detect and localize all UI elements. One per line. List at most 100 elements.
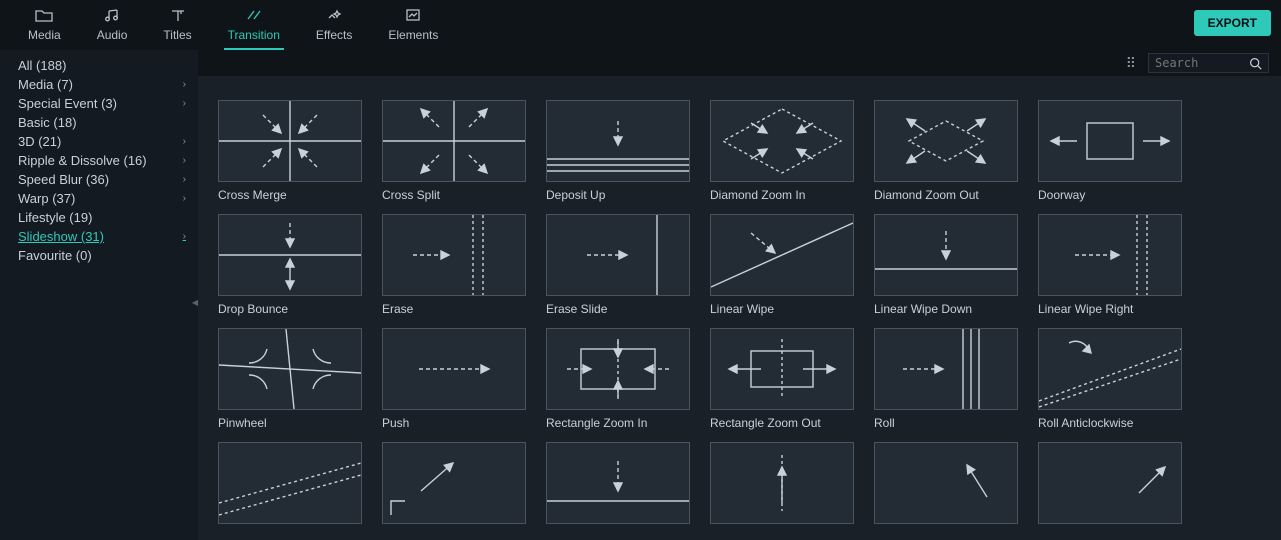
- transition-item[interactable]: [710, 442, 854, 530]
- transition-label: Linear Wipe Down: [874, 302, 1018, 316]
- transition-thumb: [546, 100, 690, 182]
- transition-thumb: [1038, 442, 1182, 524]
- transition-thumb: [710, 100, 854, 182]
- sidebar-item-label: 3D (21): [18, 134, 61, 149]
- sidebar-item[interactable]: Warp (37)›: [0, 189, 198, 208]
- nav-effects[interactable]: Effects: [298, 0, 370, 50]
- sidebar-item[interactable]: Slideshow (31)›: [0, 227, 198, 246]
- search-box[interactable]: [1148, 53, 1269, 73]
- transition-item[interactable]: [546, 442, 690, 530]
- transition-label: Cross Merge: [218, 188, 362, 202]
- nav-label: Media: [28, 28, 61, 42]
- transition-item[interactable]: [218, 442, 362, 530]
- nav-label: Elements: [388, 28, 438, 42]
- transition-label: Erase Slide: [546, 302, 690, 316]
- transition-item[interactable]: Drop Bounce: [218, 214, 362, 316]
- grid-view-icon[interactable]: ⠿: [1126, 55, 1134, 72]
- audio-icon: [103, 8, 121, 26]
- transition-thumb: [1038, 214, 1182, 296]
- transition-label: Roll: [874, 416, 1018, 430]
- transition-item[interactable]: Diamond Zoom Out: [874, 100, 1018, 202]
- transition-thumb: [1038, 100, 1182, 182]
- sidebar-item-label: Media (7): [18, 77, 73, 92]
- transition-icon: [245, 8, 263, 26]
- transition-thumb: [382, 442, 526, 524]
- transition-label: Push: [382, 416, 526, 430]
- transition-item[interactable]: Diamond Zoom In: [710, 100, 854, 202]
- sidebar-item[interactable]: Basic (18): [0, 113, 198, 132]
- transition-label: Pinwheel: [218, 416, 362, 430]
- sidebar-item[interactable]: Favourite (0): [0, 246, 198, 265]
- transition-label: Linear Wipe: [710, 302, 854, 316]
- transition-thumb: [1038, 328, 1182, 410]
- transition-item[interactable]: Erase Slide: [546, 214, 690, 316]
- sidebar-item[interactable]: Speed Blur (36) ›: [0, 170, 198, 189]
- transition-label: Cross Split: [382, 188, 526, 202]
- content-toolbar: ⠿: [198, 50, 1281, 76]
- nav-media[interactable]: Media: [10, 0, 79, 50]
- transition-item[interactable]: Deposit Up: [546, 100, 690, 202]
- top-nav: Media Audio TitlesTransition Effects Element…: [0, 0, 1281, 50]
- transition-thumb: [382, 100, 526, 182]
- transition-item[interactable]: Erase: [382, 214, 526, 316]
- transition-label: Diamond Zoom In: [710, 188, 854, 202]
- sidebar-item[interactable]: All (188): [0, 56, 198, 75]
- transition-item[interactable]: Push: [382, 328, 526, 430]
- transition-item[interactable]: Pinwheel: [218, 328, 362, 430]
- nav-audio[interactable]: Audio: [79, 0, 146, 50]
- chevron-right-icon: ›: [183, 155, 186, 166]
- transition-thumb: [218, 100, 362, 182]
- transition-label: Doorway: [1038, 188, 1182, 202]
- chevron-right-icon: ›: [183, 174, 186, 185]
- sidebar-item[interactable]: Lifestyle (19): [0, 208, 198, 227]
- transition-item[interactable]: Roll: [874, 328, 1018, 430]
- transition-item[interactable]: Rectangle Zoom Out: [710, 328, 854, 430]
- transition-thumb: [710, 442, 854, 524]
- sidebar-item-label: Lifestyle (19): [18, 210, 92, 225]
- transition-item[interactable]: Cross Split: [382, 100, 526, 202]
- nav-transition[interactable]: Transition: [210, 0, 298, 50]
- titles-icon: [169, 8, 187, 26]
- transition-thumb: [218, 328, 362, 410]
- elements-icon: [404, 8, 422, 26]
- sidebar-item[interactable]: 3D (21)›: [0, 132, 198, 151]
- transition-thumb: [382, 328, 526, 410]
- chevron-right-icon: ›: [183, 193, 186, 204]
- transition-label: Roll Anticlockwise: [1038, 416, 1182, 430]
- media-icon: [35, 8, 53, 26]
- transition-thumb: [546, 328, 690, 410]
- transition-item[interactable]: Roll Anticlockwise: [1038, 328, 1182, 430]
- transition-label: Diamond Zoom Out: [874, 188, 1018, 202]
- transition-grid: Cross Merge Cross Split Deposit Up Diamond …: [198, 76, 1281, 540]
- transition-item[interactable]: [382, 442, 526, 530]
- transition-item[interactable]: Linear Wipe Right: [1038, 214, 1182, 316]
- transition-item[interactable]: Linear Wipe: [710, 214, 854, 316]
- transition-thumb: [874, 100, 1018, 182]
- sidebar-item[interactable]: Special Event (3) ›: [0, 94, 198, 113]
- nav-label: Audio: [97, 28, 128, 42]
- transition-item[interactable]: Linear Wipe Down: [874, 214, 1018, 316]
- transition-item[interactable]: Cross Merge: [218, 100, 362, 202]
- transition-thumb: [218, 442, 362, 524]
- effects-icon: [325, 8, 343, 26]
- transition-item[interactable]: [1038, 442, 1182, 530]
- sidebar-item-label: All (188): [18, 58, 66, 73]
- sidebar-item[interactable]: Ripple & Dissolve (16)›: [0, 151, 198, 170]
- nav-label: Effects: [316, 28, 352, 42]
- transition-item[interactable]: [874, 442, 1018, 530]
- transition-thumb: [546, 442, 690, 524]
- search-icon[interactable]: [1249, 57, 1262, 70]
- transition-item[interactable]: Doorway: [1038, 100, 1182, 202]
- transition-thumb: [874, 442, 1018, 524]
- chevron-right-icon: ›: [183, 98, 186, 109]
- transition-thumb: [382, 214, 526, 296]
- export-button[interactable]: EXPORT: [1194, 10, 1271, 36]
- sidebar-item[interactable]: Media (7)›: [0, 75, 198, 94]
- chevron-right-icon: ›: [183, 231, 186, 242]
- search-input[interactable]: [1155, 56, 1219, 70]
- nav-elements[interactable]: Elements: [370, 0, 456, 50]
- nav-titles[interactable]: Titles: [145, 0, 209, 50]
- transition-item[interactable]: Rectangle Zoom In: [546, 328, 690, 430]
- sidebar-item-label: Speed Blur (36): [18, 172, 109, 187]
- sidebar-item-label: Special Event (3): [18, 96, 117, 111]
